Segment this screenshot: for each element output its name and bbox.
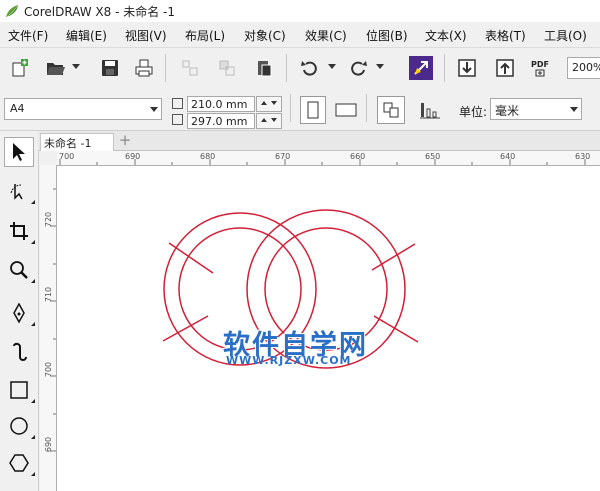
menu-view[interactable]: 视图(V) — [125, 27, 167, 44]
save-icon[interactable] — [98, 56, 122, 80]
page-size-select[interactable]: A4 — [4, 98, 162, 120]
menu-bitmaps[interactable]: 位图(B) — [366, 27, 408, 44]
ruler-tick-label: 660 — [350, 152, 366, 161]
artistic-media-tool-icon[interactable] — [4, 337, 34, 367]
flyout-corner-icon — [31, 472, 35, 476]
vertical-ruler[interactable]: 720 710 700 690 — [40, 151, 57, 491]
unit-select[interactable]: 毫米 — [490, 98, 582, 120]
export-icon[interactable] — [493, 56, 517, 80]
ruler-tick-label: 640 — [500, 152, 516, 161]
page-width-input[interactable]: 210.0 mm — [187, 96, 255, 112]
ruler-tick-label: 720 — [44, 211, 54, 228]
flyout-corner-icon — [31, 240, 35, 244]
toolbar-separator — [444, 54, 445, 82]
import-icon[interactable] — [455, 56, 479, 80]
undo-dropdown-caret-icon[interactable] — [328, 64, 336, 69]
height-spinner[interactable] — [256, 113, 282, 129]
pick-tool-icon[interactable] — [4, 137, 34, 167]
chevron-down-icon[interactable] — [150, 107, 158, 112]
flyout-corner-icon — [31, 200, 35, 204]
horizontal-ruler[interactable]: 700 690 680 670 660 650 640 630 — [57, 151, 600, 166]
menu-text[interactable]: 文本(X) — [425, 27, 467, 44]
document-tab[interactable]: 未命名 -1 — [40, 133, 114, 151]
right-lower-tick[interactable] — [373, 315, 419, 343]
shape-tool-icon[interactable] — [4, 176, 34, 206]
menu-object[interactable]: 对象(C) — [244, 27, 286, 44]
width-spinner[interactable] — [256, 96, 282, 112]
flyout-corner-icon — [31, 322, 35, 326]
page-height-input[interactable]: 297.0 mm — [187, 113, 255, 129]
clipboard-icon[interactable] — [252, 56, 276, 80]
open-dropdown-caret-icon[interactable] — [72, 64, 80, 69]
open-folder-icon[interactable] — [44, 56, 68, 80]
zoom-tool-icon[interactable] — [4, 255, 34, 285]
portrait-orientation-button[interactable] — [300, 96, 326, 124]
ruler-tick-label: 670 — [275, 152, 291, 161]
toolbar-separator — [366, 94, 367, 122]
menu-effects[interactable]: 效果(C) — [305, 27, 347, 44]
unit-label: 单位: — [459, 105, 488, 119]
menu-file[interactable]: 文件(F) — [8, 27, 48, 44]
ruler-tick-label: 690 — [44, 436, 54, 453]
ruler-tick-label: 700 — [59, 152, 75, 161]
flyout-corner-icon — [31, 399, 35, 403]
crop-tool-icon[interactable] — [4, 216, 34, 246]
flyout-corner-icon — [31, 435, 35, 439]
toolbar-separator — [290, 94, 291, 122]
ruler-tick-label: 710 — [44, 286, 54, 303]
publish-pdf-icon[interactable]: PDF — [528, 56, 552, 80]
redo-icon[interactable] — [346, 56, 370, 80]
print-icon[interactable] — [132, 56, 156, 80]
flyout-corner-icon — [31, 279, 35, 283]
new-document-icon[interactable] — [8, 56, 32, 80]
zoom-level-input[interactable]: 200% — [567, 57, 600, 79]
coreldraw-logo-icon — [6, 5, 18, 17]
ruler-tick-label: 650 — [425, 152, 441, 161]
redo-dropdown-caret-icon[interactable] — [376, 64, 384, 69]
units-page-icon[interactable] — [418, 98, 442, 122]
ruler-tick-label: 700 — [44, 361, 54, 378]
polygon-tool-icon[interactable] — [4, 448, 34, 478]
landscape-orientation-button[interactable] — [334, 98, 358, 122]
freehand-tool-icon[interactable] — [4, 298, 34, 328]
undo-icon[interactable] — [298, 56, 322, 80]
export-disabled-icon — [215, 56, 239, 80]
ellipse-tool-icon[interactable] — [4, 411, 34, 441]
chevron-down-icon[interactable] — [570, 107, 578, 112]
corel-connect-icon[interactable] — [409, 56, 433, 80]
menu-layout[interactable]: 布局(L) — [185, 27, 225, 44]
menu-edit[interactable]: 编辑(E) — [66, 27, 107, 44]
add-tab-icon[interactable]: + — [117, 133, 133, 149]
page-width-icon — [172, 98, 183, 109]
toolbar-separator — [165, 54, 166, 82]
window-title: CorelDRAW X8 - 未命名 -1 — [24, 5, 176, 19]
all-pages-layout-button[interactable] — [377, 96, 405, 124]
rectangle-tool-icon[interactable] — [4, 375, 34, 405]
watermark-url: WWW.RJZXW.COM — [226, 354, 352, 367]
import-disabled-icon — [178, 56, 202, 80]
ruler-tick-label: 690 — [125, 152, 141, 161]
toolbar-separator — [286, 54, 287, 82]
ruler-tick-label: 630 — [575, 152, 591, 161]
menu-table[interactable]: 表格(T) — [485, 27, 526, 44]
ruler-origin-corner[interactable] — [40, 151, 57, 165]
pdf-label: PDF — [531, 59, 549, 69]
page-height-icon — [172, 114, 183, 125]
ruler-tick-label: 680 — [200, 152, 216, 161]
menu-tools[interactable]: 工具(O) — [544, 27, 587, 44]
left-upper-tick[interactable] — [168, 242, 214, 274]
